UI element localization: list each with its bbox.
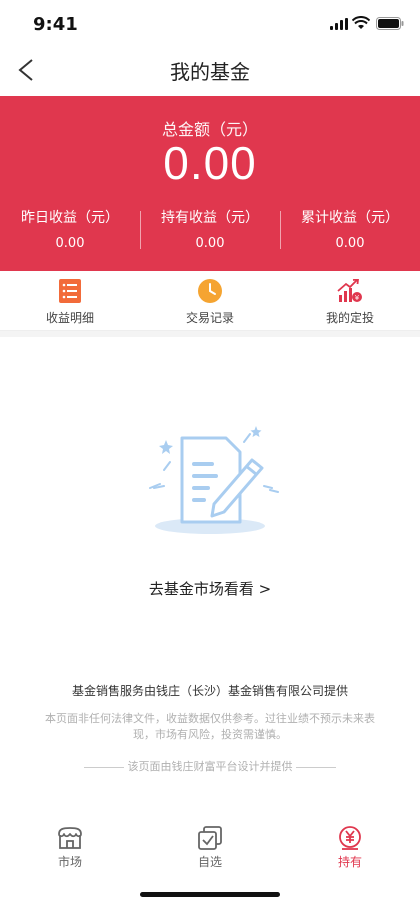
stat-label: 累计收益（元） — [301, 210, 399, 226]
divider-line — [296, 766, 336, 768]
shop-icon — [58, 827, 82, 849]
stat-label: 昨日收益（元） — [21, 210, 119, 226]
total-amount-value: 0.00 — [163, 137, 257, 189]
tab-watchlist[interactable]: 自选 — [140, 820, 280, 875]
platform-note: 该页面由钱庄财富平台设计并提供 — [0, 758, 420, 774]
checkbox-icon — [198, 826, 222, 850]
stat-cumulative: 累计收益（元） 0.00 — [280, 208, 420, 258]
quick-link-label: 收益明细 — [45, 311, 94, 325]
quick-link-auto-invest[interactable]: ¥ 我的定投 — [280, 271, 420, 330]
tab-label: 持有 — [337, 855, 362, 869]
home-indicator — [140, 892, 280, 897]
divider-line — [84, 766, 124, 768]
section-divider — [0, 331, 420, 337]
stat-value: 0.00 — [335, 236, 365, 251]
stat-holding: 持有收益（元） 0.00 — [140, 208, 280, 258]
navigation-bar: 我的基金 — [0, 48, 420, 94]
tab-bar: 市场 自选 持有 — [0, 820, 420, 875]
clock-icon — [198, 279, 222, 303]
quick-link-label: 交易记录 — [185, 311, 234, 325]
stat-yesterday: 昨日收益（元） 0.00 — [0, 208, 140, 258]
go-to-fund-market-link[interactable]: 去基金市场看看 > — [0, 578, 420, 599]
chart-icon: ¥ — [337, 279, 362, 302]
wifi-icon — [352, 16, 370, 29]
signal-icon — [330, 18, 348, 30]
list-icon — [59, 279, 81, 303]
tab-holdings[interactable]: 持有 — [280, 820, 420, 875]
asset-summary: 总金额（元） 0.00 昨日收益（元） 0.00 持有收益（元） 0.00 累计… — [0, 96, 420, 271]
status-time: 9:41 — [33, 14, 78, 35]
quick-link-earnings-detail[interactable]: 收益明细 — [0, 271, 140, 330]
legal-disclaimer: 本页面非任何法律文件，收益数据仅供参考。过往业绩不预示未来表现，市场有风险，投资… — [45, 712, 375, 741]
empty-document-illustration — [149, 426, 279, 534]
page-title: 我的基金 — [170, 60, 250, 84]
tab-label: 自选 — [197, 855, 222, 869]
yuan-icon — [339, 826, 361, 850]
status-bar: 9:41 — [0, 0, 420, 48]
tab-label: 市场 — [57, 855, 82, 869]
quick-links: 收益明细 交易记录 ¥ 我的定投 — [0, 271, 420, 331]
battery-icon — [376, 17, 404, 30]
tab-market[interactable]: 市场 — [0, 820, 140, 875]
platform-note-text: 该页面由钱庄财富平台设计并提供 — [127, 760, 293, 773]
stat-value: 0.00 — [55, 236, 85, 251]
provider-note: 基金销售服务由钱庄（长沙）基金销售有限公司提供 — [71, 684, 348, 698]
quick-link-transactions[interactable]: 交易记录 — [140, 271, 280, 330]
earnings-stats: 昨日收益（元） 0.00 持有收益（元） 0.00 累计收益（元） 0.00 — [0, 208, 420, 258]
stat-label: 持有收益（元） — [161, 210, 259, 226]
stat-value: 0.00 — [195, 236, 225, 251]
quick-link-label: 我的定投 — [325, 311, 374, 325]
svg-text:¥: ¥ — [355, 294, 360, 302]
